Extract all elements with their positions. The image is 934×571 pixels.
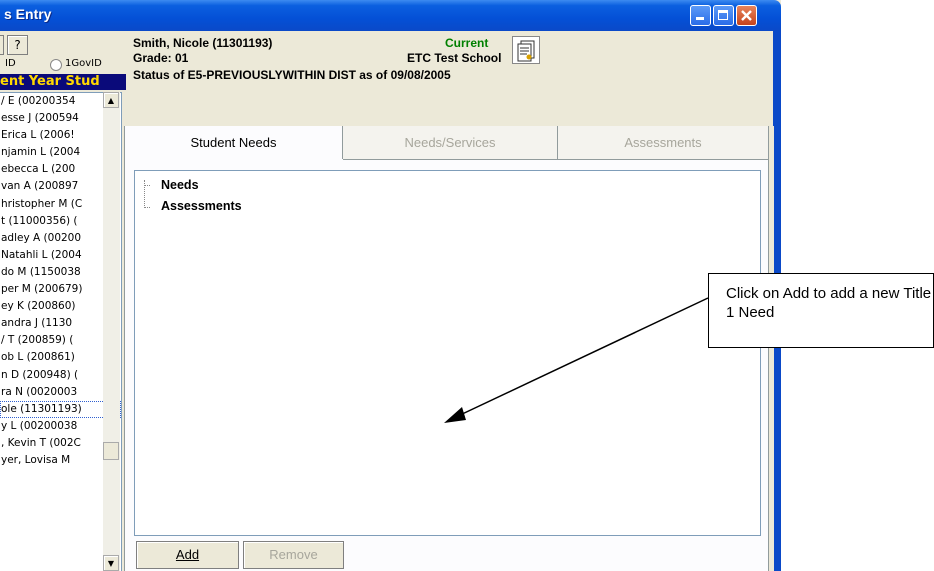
callout-arrow (444, 297, 709, 423)
